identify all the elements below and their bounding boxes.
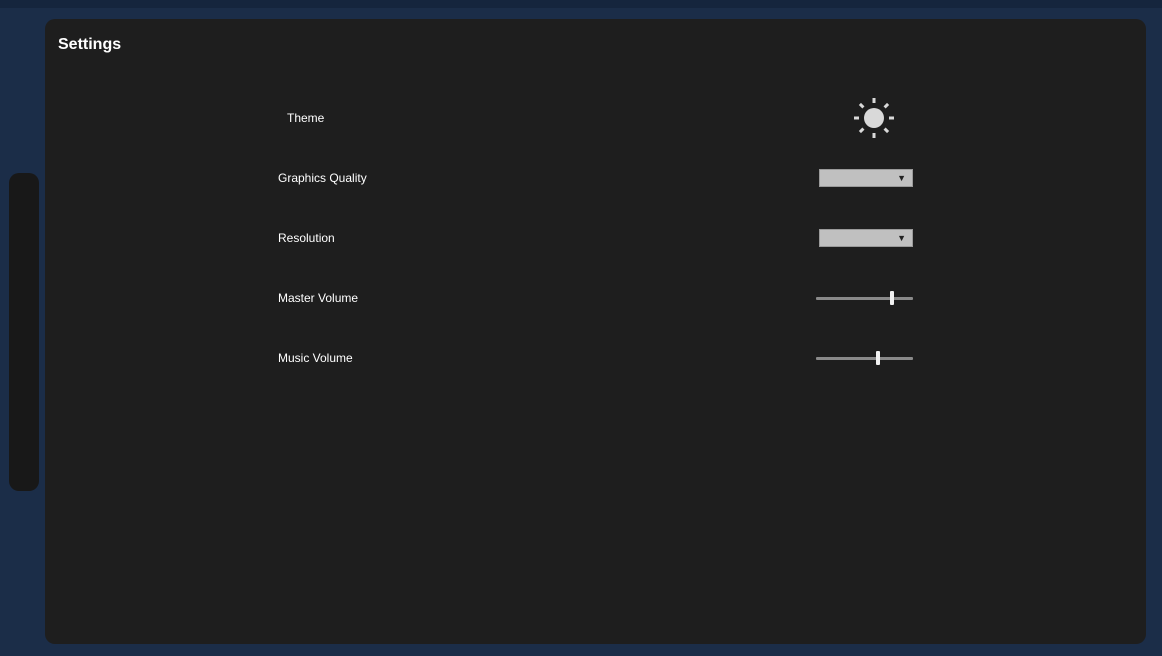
side-rail xyxy=(9,173,39,491)
slider-track xyxy=(816,357,913,360)
theme-label: Theme xyxy=(287,111,325,125)
graphics-quality-dropdown[interactable]: ▼ xyxy=(819,169,913,187)
slider-thumb[interactable] xyxy=(876,351,881,365)
music-volume-slider[interactable] xyxy=(816,350,913,366)
setting-row-theme: Theme xyxy=(278,98,913,138)
slider-track xyxy=(816,297,913,300)
slider-thumb[interactable] xyxy=(889,291,894,305)
setting-row-master-volume: Master Volume xyxy=(278,278,913,318)
sun-icon xyxy=(854,98,894,138)
window-top-strip xyxy=(0,0,1162,8)
setting-row-resolution: Resolution ▼ xyxy=(278,218,913,258)
chevron-down-icon: ▼ xyxy=(897,173,906,183)
panel-title: Settings xyxy=(58,36,122,53)
resolution-label: Resolution xyxy=(278,231,335,245)
master-volume-label: Master Volume xyxy=(278,291,359,305)
graphics-quality-label: Graphics Quality xyxy=(278,171,367,185)
resolution-dropdown[interactable]: ▼ xyxy=(819,229,913,247)
theme-toggle-button[interactable] xyxy=(853,97,895,139)
settings-panel: Settings Theme Graphics Quality ▼ Resolu… xyxy=(45,19,1146,644)
setting-row-graphics-quality: Graphics Quality ▼ xyxy=(278,158,913,198)
master-volume-slider[interactable] xyxy=(816,290,913,306)
music-volume-label: Music Volume xyxy=(278,351,353,365)
chevron-down-icon: ▼ xyxy=(897,233,906,243)
setting-row-music-volume: Music Volume xyxy=(278,338,913,378)
